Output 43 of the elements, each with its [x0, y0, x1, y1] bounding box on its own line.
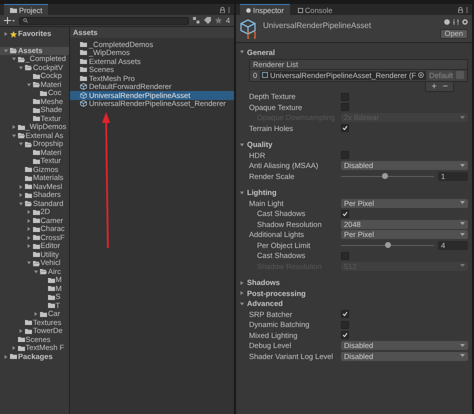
dropdown-caret-icon	[460, 116, 465, 120]
lock-icon[interactable]	[220, 6, 225, 12]
sliders-icon[interactable]	[453, 19, 459, 25]
dropdown-caret-icon	[460, 201, 465, 206]
dropdown-caret-icon	[460, 222, 465, 226]
checkbox[interactable]	[341, 331, 349, 340]
star-icon[interactable]	[214, 17, 222, 24]
slider-track[interactable]	[341, 172, 434, 180]
asset-icon	[240, 19, 258, 39]
star-icon	[10, 30, 17, 38]
slider-track[interactable]	[341, 241, 434, 250]
checkbox[interactable]	[341, 151, 349, 160]
caret-icon[interactable]	[3, 31, 9, 38]
checkbox[interactable]	[341, 124, 349, 132]
dropdown-caret-icon	[460, 354, 465, 358]
caret-icon[interactable]	[239, 49, 245, 56]
checkbox[interactable]	[341, 210, 349, 218]
lock-icon[interactable]	[458, 6, 463, 12]
dropdown-caret-icon	[460, 232, 465, 237]
slider-thumb[interactable]	[384, 242, 390, 248]
dropdown-caret-icon	[460, 164, 465, 168]
caret-icon[interactable]	[239, 142, 245, 148]
remove-button[interactable]: −	[442, 81, 448, 91]
checkbox[interactable]	[341, 310, 349, 318]
add-button[interactable]: +	[431, 81, 437, 91]
caret-icon[interactable]	[26, 82, 32, 88]
info-icon	[246, 8, 251, 12]
asset-title: UniversalRenderPipelineAsset	[263, 21, 372, 30]
search-field[interactable]	[19, 16, 189, 24]
asset-icon	[262, 72, 268, 78]
caret-icon[interactable]	[239, 190, 245, 196]
object-picker-icon[interactable]	[418, 72, 424, 78]
dropdown-caret-icon	[460, 344, 465, 348]
tag-icon[interactable]	[204, 17, 211, 24]
checkbox[interactable]	[341, 103, 349, 112]
slider-thumb[interactable]	[382, 173, 388, 180]
dropdown-caret-icon	[460, 264, 465, 268]
caret-icon[interactable]	[18, 328, 24, 334]
search-icon	[23, 18, 28, 23]
settings-icon[interactable]	[462, 19, 468, 25]
caret-icon[interactable]	[33, 311, 39, 318]
add-icon[interactable]	[4, 17, 15, 24]
console-icon	[298, 8, 303, 12]
